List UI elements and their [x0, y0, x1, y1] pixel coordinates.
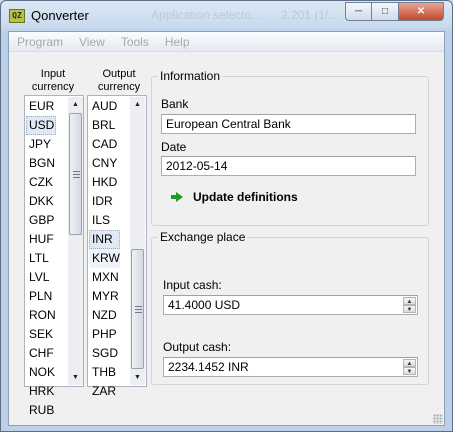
- menu-bar: Program View Tools Help: [9, 32, 444, 52]
- spin-down-icon[interactable]: ▼: [403, 367, 416, 375]
- currency-option-rub[interactable]: RUB: [26, 401, 56, 420]
- output-currency-items: AUD BRL CAD CNY HKD IDR ILS INR KRW MXN MYR NZD PHP S…: [89, 97, 120, 401]
- currency-option-pln[interactable]: PLN: [26, 287, 56, 306]
- bank-field[interactable]: European Central Bank: [161, 114, 416, 134]
- minimize-icon: ─: [354, 6, 363, 17]
- currency-option-krw[interactable]: KRW: [89, 249, 120, 268]
- resize-grip-icon[interactable]: [433, 414, 443, 424]
- spin-down-icon[interactable]: ▼: [403, 305, 416, 313]
- maximize-icon: □: [381, 6, 389, 17]
- close-icon: ✕: [416, 6, 426, 17]
- title-bar[interactable]: QZ Qonverter Application selecto... 2,20…: [1, 1, 452, 31]
- currency-option-thb[interactable]: THB: [89, 363, 120, 382]
- application-window: QZ Qonverter Application selecto... 2,20…: [0, 0, 453, 432]
- input-currency-list[interactable]: EUR USD JPY BGN CZK DKK GBP HUF LTL LVL PLN RON SEK C…: [24, 95, 84, 417]
- output-cash-value: 2234.1452 INR: [168, 360, 249, 374]
- minimize-button[interactable]: ─: [345, 2, 372, 21]
- information-title: Information: [158, 69, 223, 83]
- currency-option-mxn[interactable]: MXN: [89, 268, 120, 287]
- menu-tools[interactable]: Tools: [113, 35, 157, 49]
- currency-option-zar[interactable]: ZAR: [89, 382, 120, 401]
- input-scrollbar[interactable]: ▲ ▼: [68, 97, 83, 385]
- input-cash-spinbox[interactable]: 41.4000 USD ▲ ▼: [163, 295, 418, 315]
- currency-option-chf[interactable]: CHF: [26, 344, 56, 363]
- currency-option-myr[interactable]: MYR: [89, 287, 120, 306]
- scroll-up-arrow-icon[interactable]: ▲: [68, 97, 83, 112]
- output-scrollbar[interactable]: ▲ ▼: [130, 97, 145, 385]
- currency-option-eur[interactable]: EUR: [26, 97, 56, 116]
- input-cash-value: 41.4000 USD: [168, 298, 241, 312]
- currency-option-cad[interactable]: CAD: [89, 135, 120, 154]
- currency-option-brl[interactable]: BRL: [89, 116, 120, 135]
- currency-option-nok[interactable]: NOK: [26, 363, 56, 382]
- output-currency-header: Output currency: [97, 68, 141, 93]
- close-button[interactable]: ✕: [399, 2, 444, 21]
- exchange-place-title: Exchange place: [158, 230, 248, 244]
- currency-option-sgd[interactable]: SGD: [89, 344, 120, 363]
- scroll-down-arrow-icon[interactable]: ▼: [68, 370, 83, 385]
- currency-option-czk[interactable]: CZK: [26, 173, 56, 192]
- currency-option-jpy[interactable]: JPY: [26, 135, 56, 154]
- currency-option-cny[interactable]: CNY: [89, 154, 120, 173]
- maximize-button[interactable]: □: [372, 2, 399, 21]
- app-icon: QZ: [9, 9, 25, 23]
- input-cash-label: Input cash:: [163, 278, 222, 292]
- input-currency-header: Input currency: [31, 68, 75, 93]
- currency-option-lvl[interactable]: LVL: [26, 268, 56, 287]
- currency-option-sek[interactable]: SEK: [26, 325, 56, 344]
- window-controls: ─ □ ✕: [345, 2, 444, 21]
- currency-option-nzd[interactable]: NZD: [89, 306, 120, 325]
- currency-option-hrk[interactable]: HRK: [26, 382, 56, 401]
- currency-option-ils[interactable]: ILS: [89, 211, 120, 230]
- currency-option-dkk[interactable]: DKK: [26, 192, 56, 211]
- update-definitions-label: Update definitions: [193, 190, 298, 204]
- bank-label: Bank: [161, 97, 189, 111]
- client-area: Program View Tools Help Input currency E…: [8, 31, 445, 426]
- update-definitions-button[interactable]: Update definitions: [171, 190, 298, 204]
- menu-help[interactable]: Help: [157, 35, 198, 49]
- exchange-place-group: Exchange place Input cash: 41.4000 USD ▲…: [151, 230, 429, 385]
- spin-up-icon[interactable]: ▲: [403, 297, 416, 305]
- currency-option-bgn[interactable]: BGN: [26, 154, 56, 173]
- scroll-up-arrow-icon[interactable]: ▲: [130, 97, 145, 112]
- menu-program[interactable]: Program: [9, 35, 71, 49]
- currency-option-huf[interactable]: HUF: [26, 230, 56, 249]
- spin-up-icon[interactable]: ▲: [403, 359, 416, 367]
- currency-option-inr[interactable]: INR: [89, 230, 120, 249]
- date-field[interactable]: 2012-05-14: [161, 156, 416, 176]
- green-arrow-icon: [171, 192, 183, 202]
- currency-option-php[interactable]: PHP: [89, 325, 120, 344]
- currency-option-hkd[interactable]: HKD: [89, 173, 120, 192]
- output-cash-spin-buttons: ▲ ▼: [403, 359, 416, 375]
- output-cash-label: Output cash:: [163, 340, 232, 354]
- currency-option-ron[interactable]: RON: [26, 306, 56, 325]
- background-window-title: 2,201 (1/...: [281, 8, 339, 22]
- window-title: Qonverter: [31, 8, 89, 23]
- currency-option-ltl[interactable]: LTL: [26, 249, 56, 268]
- output-cash-spinbox[interactable]: 2234.1452 INR ▲ ▼: [163, 357, 418, 377]
- date-label: Date: [161, 140, 187, 154]
- input-currency-items: EUR USD JPY BGN CZK DKK GBP HUF LTL LVL PLN RON SEK C…: [26, 97, 56, 420]
- output-currency-list[interactable]: AUD BRL CAD CNY HKD IDR ILS INR KRW MXN MYR NZD PHP S…: [87, 95, 147, 398]
- background-window-title: Application selecto...: [151, 8, 262, 22]
- scroll-down-arrow-icon[interactable]: ▼: [130, 370, 145, 385]
- currency-option-aud[interactable]: AUD: [89, 97, 120, 116]
- currency-option-idr[interactable]: IDR: [89, 192, 120, 211]
- menu-view[interactable]: View: [71, 35, 113, 49]
- input-cash-spin-buttons: ▲ ▼: [403, 297, 416, 313]
- currency-option-usd[interactable]: USD: [26, 116, 56, 135]
- scroll-thumb[interactable]: [69, 113, 82, 235]
- information-group: Information Bank European Central Bank D…: [151, 69, 429, 226]
- grip-icon: [73, 171, 80, 178]
- grip-icon: [135, 306, 142, 313]
- scroll-thumb[interactable]: [131, 249, 144, 369]
- currency-option-gbp[interactable]: GBP: [26, 211, 56, 230]
